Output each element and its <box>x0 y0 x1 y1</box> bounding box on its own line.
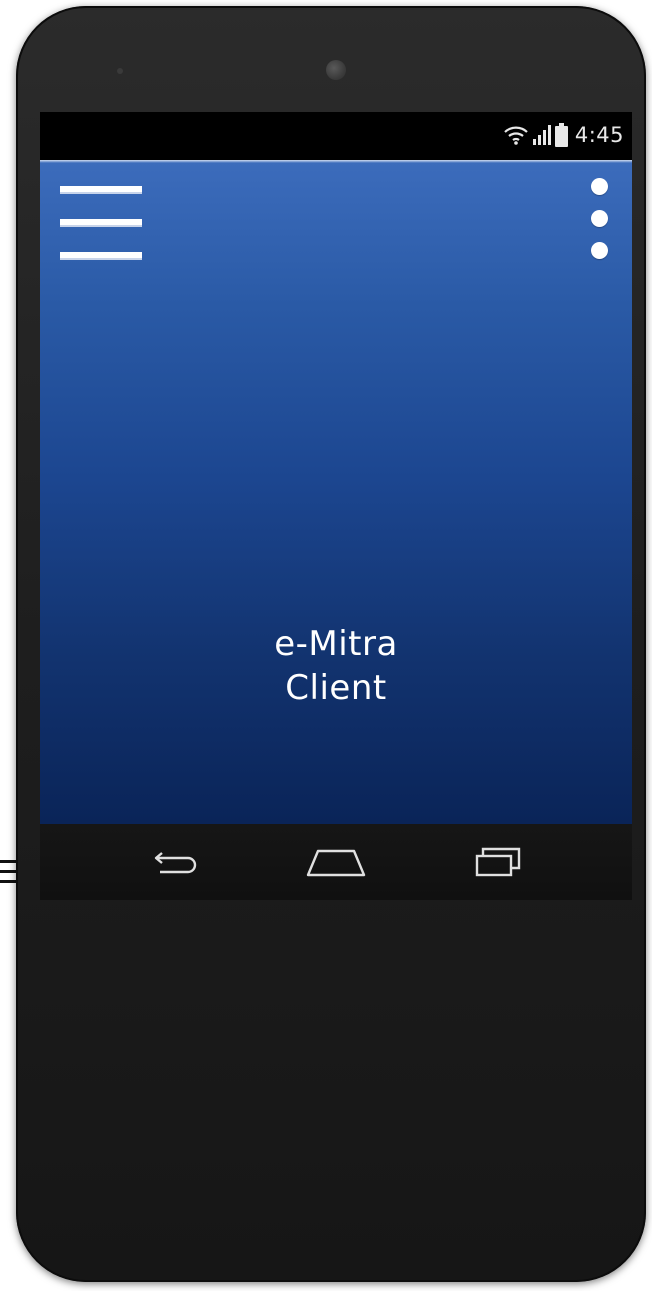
app-title: e-Mitra Client <box>136 622 536 710</box>
page: 4:45 e-Mitra Client <box>0 0 652 1291</box>
back-icon[interactable] <box>136 836 216 888</box>
menu-bar <box>60 252 142 260</box>
overflow-menu-icon[interactable] <box>585 178 615 264</box>
app-title-line-1: e-Mitra <box>274 624 398 664</box>
menu-bar <box>60 219 142 227</box>
signal-icon <box>532 124 552 146</box>
recent-apps-icon[interactable] <box>458 836 538 888</box>
status-icons: 4:45 <box>503 122 624 148</box>
overflow-dot <box>591 210 608 227</box>
menu-bar <box>60 186 142 194</box>
overflow-dot <box>591 178 608 195</box>
status-bar: 4:45 <box>40 112 632 160</box>
overflow-dot <box>591 242 608 259</box>
battery-icon <box>554 123 568 147</box>
sensor-dot <box>117 68 123 74</box>
app-title-line-2: Client <box>285 668 387 708</box>
phone-screen: 4:45 e-Mitra Client <box>40 112 632 900</box>
front-camera-icon <box>326 60 346 80</box>
app-content: e-Mitra Client <box>40 160 632 824</box>
status-time: 4:45 <box>574 123 624 147</box>
hamburger-menu-icon[interactable] <box>60 186 142 268</box>
home-icon[interactable] <box>296 836 376 888</box>
wifi-icon <box>503 124 529 146</box>
phone-frame: 4:45 e-Mitra Client <box>16 6 646 1282</box>
navigation-bar <box>40 824 632 900</box>
